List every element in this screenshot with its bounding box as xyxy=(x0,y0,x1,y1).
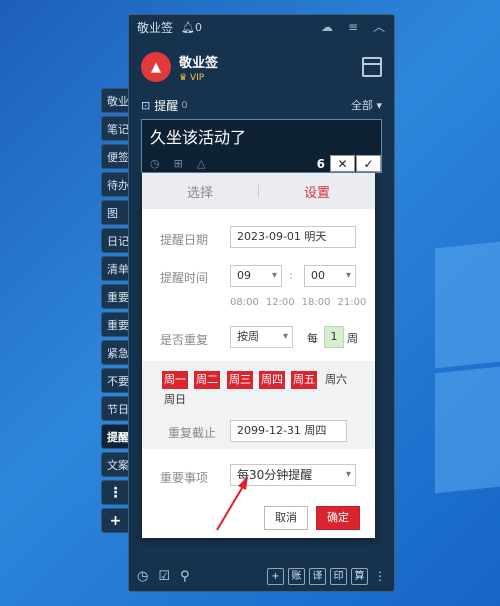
clock-icon[interactable]: ◷ xyxy=(137,569,148,584)
side-tab[interactable]: 清单 xyxy=(101,256,129,281)
every-n-input[interactable]: 1 xyxy=(324,326,344,348)
minute-select[interactable]: 00 xyxy=(304,265,356,287)
side-tab[interactable]: 节日 xyxy=(101,396,129,421)
add-tab-icon[interactable]: + xyxy=(101,508,129,533)
repeat-end-field[interactable]: 2099-12-31 周四 xyxy=(230,420,347,442)
date-label: 提醒日期 xyxy=(160,233,209,247)
account-button[interactable]: 账 xyxy=(288,567,305,585)
weekday-thu[interactable]: 周四 xyxy=(259,371,285,389)
windows-logo-pane xyxy=(435,366,500,494)
note-editor[interactable]: 久坐该活动了 ◷ ⊞ △ 6 ✕ ✓ xyxy=(141,119,382,173)
hour-select[interactable]: 09 xyxy=(230,265,282,287)
date-field[interactable]: 2023-09-01 明天 xyxy=(230,226,356,248)
remind-header: ⊡ 提醒 0 全部 ▾ xyxy=(129,95,394,115)
side-tab[interactable]: 笔记 xyxy=(101,116,129,141)
char-count: 6 xyxy=(316,157,325,171)
note-text[interactable]: 久坐该活动了 xyxy=(142,120,381,152)
bell-icon[interactable]: 🔔︎0 xyxy=(181,21,202,34)
time-colon: : xyxy=(289,269,293,282)
repeat-label: 是否重复 xyxy=(160,333,209,347)
weekday-fri[interactable]: 周五 xyxy=(291,371,317,389)
side-tabs: 敬业 笔记 便签 待办 图 日记 清单 重要 重要 紧急 不要 节日 提醒 文案… xyxy=(101,88,129,536)
every-label: 每 xyxy=(307,332,318,345)
weekday-sat[interactable]: 周六 xyxy=(323,371,349,389)
filter-dropdown[interactable]: 全部 ▾ xyxy=(351,97,382,113)
profile-info: 敬业签 ♛ VIP xyxy=(179,52,218,83)
time-hints: 08:00 12:00 18:00 21:00 xyxy=(230,297,366,308)
remind-title: 提醒 xyxy=(154,98,179,113)
time-hint[interactable]: 12:00 xyxy=(266,297,295,308)
bell-outline-icon[interactable]: △ xyxy=(197,157,205,170)
side-tab[interactable]: 文案 xyxy=(101,452,129,477)
calc-button[interactable]: 算 xyxy=(351,567,368,585)
reminder-dialog: 选择 设置 提醒日期 2023-09-01 明天 提醒时间 09 : 00 08… xyxy=(142,173,375,538)
cloud-sync-icon[interactable]: ☁ xyxy=(320,20,334,34)
remind-count: 0 xyxy=(181,99,188,111)
time-hint[interactable]: 18:00 xyxy=(302,297,331,308)
bell-count: 0 xyxy=(194,20,202,34)
repeat-select[interactable]: 按周 xyxy=(230,326,293,348)
side-tab[interactable]: 图 xyxy=(101,200,129,225)
side-tab[interactable]: 紧急 xyxy=(101,340,129,365)
search-icon[interactable]: ⚲ xyxy=(180,569,190,584)
profile: ▲ 敬业签 ♛ VIP xyxy=(129,39,394,95)
side-tab[interactable]: 日记 xyxy=(101,228,129,253)
important-select[interactable]: 每30分钟提醒 xyxy=(230,464,356,486)
avatar[interactable]: ▲ xyxy=(141,52,171,82)
side-tab[interactable]: 敬业 xyxy=(101,88,129,113)
dialog-tabs: 选择 设置 xyxy=(142,173,375,209)
weekday-wed[interactable]: 周三 xyxy=(227,371,253,389)
windows-logo-pane xyxy=(435,241,500,369)
time-label: 提醒时间 xyxy=(160,271,209,285)
app-title: 敬业签 xyxy=(137,20,174,35)
week-label: 周 xyxy=(347,332,358,345)
important-label: 重要事项 xyxy=(160,471,209,485)
translate-button[interactable]: 译 xyxy=(309,567,326,585)
tab-settings[interactable]: 设置 xyxy=(259,182,375,201)
weekday-panel: 周一 周二 周三 周四 周五 周六 周日 重复截止 2099-12-31 周四 xyxy=(142,361,375,449)
print-button[interactable]: 印 xyxy=(330,567,347,585)
bottom-toolbar: ◷ ☑ ⚲ + 账 译 印 算 ⋮ xyxy=(129,561,394,591)
tab-select[interactable]: 选择 xyxy=(142,182,258,201)
menu-icon[interactable]: ≡ xyxy=(346,20,360,34)
vip-badge: ♛ VIP xyxy=(179,72,205,83)
more-icon[interactable]: ⋮ xyxy=(101,480,129,505)
clock-icon[interactable]: ◷ xyxy=(150,157,160,170)
repeat-end-label: 重复截止 xyxy=(168,426,217,440)
checkbox-icon[interactable]: ☑ xyxy=(158,569,170,584)
side-tab[interactable]: 待办 xyxy=(101,172,129,197)
image-icon[interactable]: ⊞ xyxy=(174,157,183,170)
weekday-sun[interactable]: 周日 xyxy=(162,391,188,409)
note-tools: ◷ ⊞ △ xyxy=(150,157,205,170)
bookmark-icon: ⊡ xyxy=(141,98,151,112)
title-bar: 敬业签 🔔︎0 ☁ ≡ ︿ xyxy=(129,15,394,39)
cancel-note-button[interactable]: ✕ xyxy=(330,155,355,172)
profile-name: 敬业签 xyxy=(179,55,219,71)
side-tab[interactable]: 重要 xyxy=(101,312,129,337)
collapse-icon[interactable]: ︿ xyxy=(372,20,386,34)
side-tab-remind[interactable]: 提醒 xyxy=(101,424,129,449)
weekday-tue[interactable]: 周二 xyxy=(194,371,220,389)
confirm-button[interactable]: 确定 xyxy=(316,506,360,530)
more-icon[interactable]: ⋮ xyxy=(374,569,386,583)
side-tab[interactable]: 重要 xyxy=(101,284,129,309)
weekday-mon[interactable]: 周一 xyxy=(162,371,188,389)
side-tab[interactable]: 便签 xyxy=(101,144,129,169)
calendar-icon[interactable] xyxy=(362,57,382,77)
cancel-button[interactable]: 取消 xyxy=(264,506,308,530)
save-note-button[interactable]: ✓ xyxy=(356,155,381,172)
side-tab[interactable]: 不要 xyxy=(101,368,129,393)
time-hint[interactable]: 21:00 xyxy=(337,297,366,308)
time-hint[interactable]: 08:00 xyxy=(230,297,259,308)
add-button[interactable]: + xyxy=(267,567,284,585)
